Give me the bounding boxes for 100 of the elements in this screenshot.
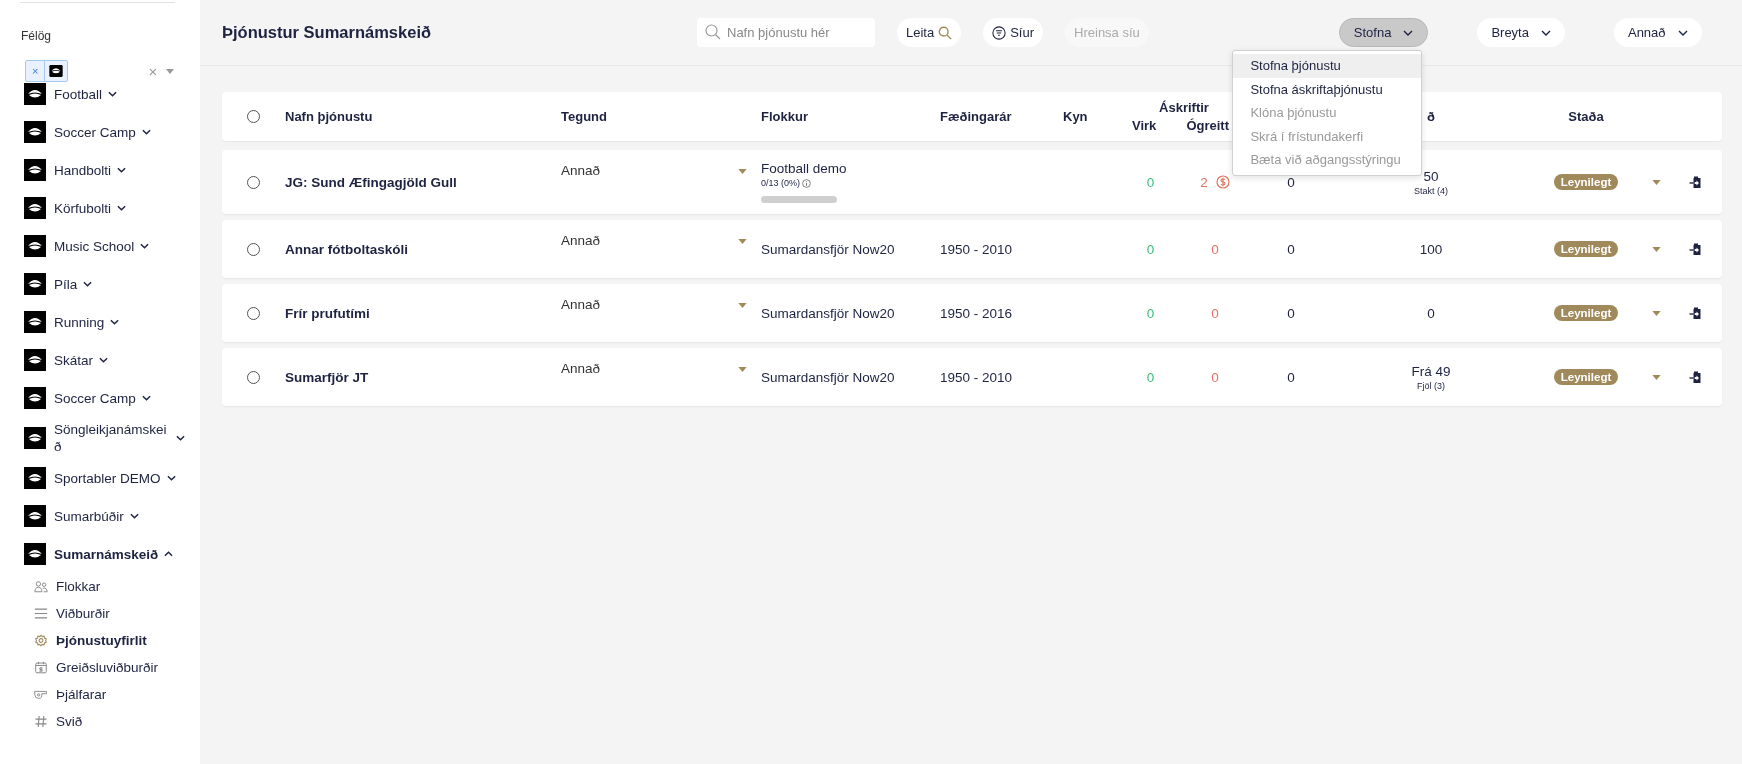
chevron-down-icon	[129, 513, 139, 519]
page-title: Þjónustur Sumarnámskeið	[222, 23, 433, 42]
club-item[interactable]: Soccer Camp	[0, 113, 200, 151]
chevron-down-icon	[141, 129, 151, 135]
people-icon	[34, 580, 48, 593]
clipboard-arrow-icon[interactable]	[1689, 370, 1703, 384]
category-text: Football demo	[761, 161, 847, 176]
column-header: Flokkur	[761, 109, 808, 124]
chip-remove[interactable]: ×	[26, 61, 46, 81]
club-logo-icon	[24, 387, 46, 409]
chevron-down-icon	[117, 205, 127, 211]
service-name: Frír prufutími	[285, 305, 370, 321]
caret-icon[interactable]	[1651, 374, 1661, 380]
club-logo-icon	[24, 197, 46, 219]
caret-icon[interactable]	[1651, 246, 1661, 252]
dropdown-caret-icon[interactable]	[166, 68, 175, 74]
club-logo-icon	[24, 467, 46, 489]
service-name: Sumarfjör JT	[285, 369, 369, 385]
hash-icon	[34, 715, 48, 728]
type-select[interactable]: Annað	[561, 163, 747, 178]
price-text: Frá 49	[1411, 363, 1451, 379]
nav-item[interactable]: Viðburðir	[0, 600, 200, 627]
birth-years: 1950 - 2016	[940, 305, 1013, 321]
chevron-down-icon	[1540, 29, 1551, 36]
calendar-icon	[34, 661, 48, 674]
action-dropdown[interactable]: Annað	[1613, 18, 1702, 47]
club-logo-icon	[24, 159, 46, 181]
clipboard-arrow-icon[interactable]	[1689, 306, 1703, 320]
column-header: Tegund	[561, 109, 607, 124]
club-item[interactable]: Körfubolti	[0, 189, 200, 227]
type-select[interactable]: Annað	[561, 361, 747, 376]
count-text: 0	[1287, 369, 1295, 385]
club-item[interactable]: Sumarbúðir	[0, 497, 200, 535]
club-item[interactable]: Söngleikjanámskeið	[0, 417, 200, 459]
club-chip[interactable]: ×	[25, 60, 69, 82]
search-field[interactable]: Nafn þjónustu hér	[697, 18, 875, 47]
settings-icon	[34, 634, 48, 647]
chevron-up-icon	[164, 551, 174, 557]
table-row[interactable]: Sumarfjör JT Annað Sumardansfjör Now20 1950 - 2010 0 0 0 Frá 49 Fjöl (3) Leynilegt	[222, 348, 1722, 406]
club-item[interactable]: Handbolti	[0, 151, 200, 189]
count-text: 0	[1287, 241, 1295, 257]
column-group-header: Áskriftir	[1158, 100, 1210, 115]
unpaid-count: 0	[1211, 241, 1219, 257]
price-text: 100	[1419, 241, 1443, 257]
price-text: 0	[1427, 305, 1435, 321]
column-header: Nafn þjónustu	[285, 109, 373, 124]
club-item[interactable]: Skátar	[0, 341, 200, 379]
price-note: Stakt (4)	[1414, 185, 1448, 196]
action-dropdown[interactable]: Stofna	[1338, 18, 1429, 47]
nav-item[interactable]: Svið	[0, 708, 200, 735]
clipboard-arrow-icon[interactable]	[1689, 175, 1703, 189]
search-button[interactable]: Leita	[897, 18, 962, 47]
service-name: JG: Sund Æfingagjöld Gull	[285, 174, 457, 190]
price-note: Fjöl (3)	[1417, 380, 1445, 391]
nav-item[interactable]: Þjálfarar	[0, 681, 200, 708]
birth-years: 1950 - 2010	[940, 369, 1013, 385]
club-logo-icon	[24, 349, 46, 371]
caret-icon[interactable]	[1651, 310, 1661, 316]
active-count: 0	[1146, 369, 1155, 385]
club-logo-icon	[49, 65, 64, 77]
active-count: 0	[1146, 174, 1155, 190]
club-item[interactable]: Sportabler DEMO	[0, 459, 200, 497]
type-select[interactable]: Annað	[561, 297, 747, 312]
club-item[interactable]: Music School	[0, 227, 200, 265]
nav-item[interactable]: Þjónustuyfirlit	[0, 627, 200, 654]
caret-icon	[738, 303, 747, 308]
count-text: 0	[1287, 174, 1295, 190]
status-badge: Leynilegt	[1553, 369, 1619, 385]
info-icon	[802, 178, 812, 188]
column-header: Ógreitt	[1186, 118, 1229, 133]
action-dropdown[interactable]: Breyta	[1477, 18, 1565, 47]
category-text: Sumardansfjör Now20	[761, 369, 895, 385]
club-item[interactable]: Soccer Camp	[0, 379, 200, 417]
table-row[interactable]: Annar fótboltaskóli Annað Sumardansfjör Now20 1950 - 2010 0 0 0 100 Leynilegt	[222, 220, 1722, 278]
category-text: Sumardansfjör Now20	[761, 241, 895, 257]
column-header: Fæðingarár	[940, 109, 1012, 124]
chevron-down-icon	[110, 319, 120, 325]
chevron-down-icon	[108, 91, 118, 97]
club-logo-icon	[24, 427, 46, 449]
club-item[interactable]: Píla	[0, 265, 200, 303]
caret-icon	[738, 169, 747, 174]
nav-item[interactable]: Greiðsluviðburðir	[0, 654, 200, 681]
club-item[interactable]: Sumarnámskeið	[0, 535, 200, 573]
menu-item[interactable]: Stofna áskriftaþjónustu	[1233, 77, 1422, 101]
menu-item[interactable]: Stofna þjónustu	[1233, 54, 1422, 78]
caret-icon[interactable]	[1651, 179, 1661, 185]
club-logo-icon	[24, 311, 46, 333]
status-badge: Leynilegt	[1553, 241, 1619, 257]
unpaid-count: 0	[1211, 369, 1219, 385]
type-select[interactable]: Annað	[561, 233, 747, 248]
club-logo-icon	[24, 505, 46, 527]
price-text: 50	[1423, 168, 1439, 184]
nav-item[interactable]: Flokkar	[0, 573, 200, 600]
status-badge: Leynilegt	[1553, 305, 1619, 321]
filter-button[interactable]: Síur	[983, 18, 1044, 47]
table-row[interactable]: Frír prufutími Annað Sumardansfjör Now20 1950 - 2016 0 0 0 0 Leynilegt	[222, 284, 1722, 342]
active-count: 0	[1146, 305, 1155, 321]
club-item[interactable]: Running	[0, 303, 200, 341]
clipboard-arrow-icon[interactable]	[1689, 242, 1703, 256]
filter-icon	[992, 25, 1007, 40]
